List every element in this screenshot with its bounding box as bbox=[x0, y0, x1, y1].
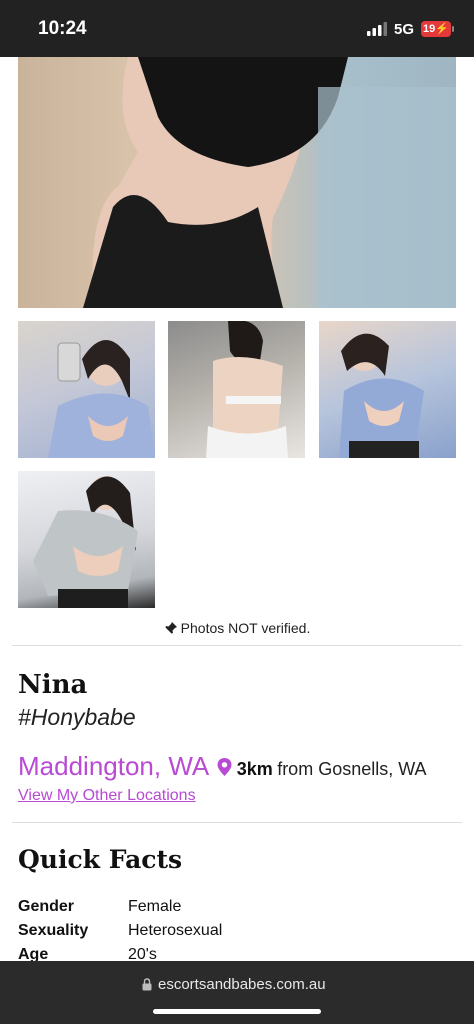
main-photo[interactable] bbox=[18, 57, 456, 308]
distance-value: 3km bbox=[236, 759, 273, 779]
status-time: 10:24 bbox=[38, 18, 87, 39]
map-pin-icon bbox=[217, 758, 232, 776]
profile-name: Nina bbox=[18, 670, 88, 700]
battery-level: 19 bbox=[423, 23, 436, 35]
thumbnail-figure bbox=[339, 333, 424, 458]
divider bbox=[12, 822, 462, 823]
fact-label-gender: Gender bbox=[18, 898, 75, 915]
fact-label-sexuality: Sexuality bbox=[18, 922, 89, 939]
divider bbox=[12, 645, 462, 646]
home-indicator[interactable] bbox=[153, 1009, 321, 1014]
location-row: Maddington, WA 3km from Gosnells, WA bbox=[18, 751, 468, 782]
gallery-thumbnail[interactable] bbox=[168, 321, 305, 458]
url-label[interactable]: escortsandbabes.com.au bbox=[158, 976, 326, 993]
thumbnail-figure bbox=[33, 476, 138, 608]
battery-icon: 19⚡ bbox=[421, 21, 451, 37]
signal-icon bbox=[367, 22, 387, 36]
status-bar: 10:24 5G 19⚡ bbox=[0, 0, 474, 57]
profile-tagline: #Honybabe bbox=[18, 704, 136, 730]
gallery-thumbnail[interactable] bbox=[18, 321, 155, 458]
battery-tip bbox=[452, 26, 454, 32]
photos-verification-note: Photos NOT verified. bbox=[0, 620, 474, 636]
thumbnail-figure bbox=[206, 321, 288, 458]
network-label: 5G bbox=[394, 21, 415, 38]
gallery-thumbnail[interactable] bbox=[18, 471, 155, 608]
verify-note-text: Photos NOT verified. bbox=[180, 620, 311, 636]
other-locations-link[interactable]: View My Other Locations bbox=[18, 787, 196, 805]
location-link[interactable]: Maddington, WA bbox=[18, 751, 209, 781]
fact-value-gender: Female bbox=[128, 898, 182, 915]
lock-icon bbox=[142, 978, 152, 991]
pushpin-icon bbox=[164, 622, 177, 634]
distance-from-text: from Gosnells, WA bbox=[277, 759, 427, 779]
thumbnail-figure bbox=[48, 340, 155, 458]
fact-value-sexuality: Heterosexual bbox=[128, 922, 223, 939]
main-photo-figure bbox=[78, 57, 456, 308]
quick-facts-title: Quick Facts bbox=[18, 845, 183, 874]
gallery-thumbnail[interactable] bbox=[319, 321, 456, 458]
